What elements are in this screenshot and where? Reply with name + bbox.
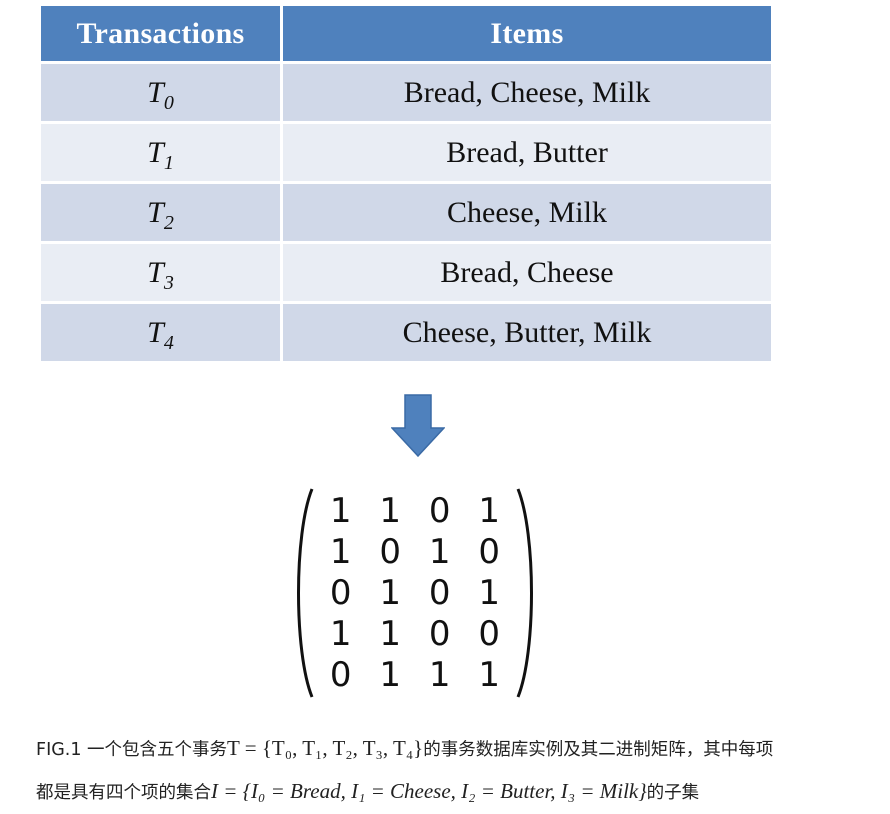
transaction-items: Bread, Butter — [283, 124, 771, 184]
caption-line-2: 都是具有四个项的集合I = {I₀ = Bread, I₁ = Cheese, … — [36, 779, 700, 803]
matrix-cell: 0 — [329, 655, 352, 696]
header-transactions: Transactions — [41, 6, 283, 64]
left-paren-icon — [297, 488, 314, 698]
matrix-cell: 1 — [379, 655, 402, 696]
transaction-items: Bread, Cheese — [283, 244, 771, 304]
matrix-cell: 1 — [329, 531, 352, 572]
transaction-items: Cheese, Butter, Milk — [283, 304, 771, 364]
binary-matrix: 1 1 0 1 1 0 1 0 0 1 0 1 1 1 0 0 0 1 1 1 — [290, 486, 540, 700]
table-header-row: Transactions Items — [41, 6, 771, 64]
matrix-cell: 0 — [329, 572, 352, 613]
matrix-cell: 1 — [379, 614, 402, 655]
matrix-cell: 1 — [329, 490, 352, 531]
transaction-items: Cheese, Milk — [283, 184, 771, 244]
transaction-id: T0 — [41, 64, 283, 124]
matrix-cell: 0 — [428, 490, 451, 531]
transaction-id: T4 — [41, 304, 283, 364]
matrix-grid: 1 1 0 1 1 0 1 0 0 1 0 1 1 1 0 0 0 1 1 1 — [316, 490, 514, 696]
matrix-cell: 0 — [428, 614, 451, 655]
transaction-id: T1 — [41, 124, 283, 184]
matrix-cell: 0 — [428, 572, 451, 613]
caption-line-1: FIG.1 一个包含五个事务T = {T₀, T₁, T₂, T₃, T₄}的事… — [36, 736, 774, 760]
transaction-id: T2 — [41, 184, 283, 244]
table-row: T0 Bread, Cheese, Milk — [41, 64, 771, 124]
table-row: T2 Cheese, Milk — [41, 184, 771, 244]
matrix-cell: 0 — [478, 531, 501, 572]
caption-math-t: T = {T₀, T₁, T₂, T₃, T₄} — [227, 736, 424, 760]
matrix-cell: 0 — [379, 531, 402, 572]
matrix-cell: 1 — [379, 572, 402, 613]
caption-math-i: I = {I₀ = Bread, I₁ = Cheese, I₂ = Butte… — [211, 779, 647, 803]
matrix-cell: 0 — [478, 614, 501, 655]
matrix-cell: 1 — [428, 531, 451, 572]
table-row: T4 Cheese, Butter, Milk — [41, 304, 771, 364]
arrow-down-icon — [391, 394, 445, 457]
right-paren-icon — [516, 488, 533, 698]
matrix-cell: 1 — [478, 490, 501, 531]
table-row: T3 Bread, Cheese — [41, 244, 771, 304]
figure-caption: FIG.1 一个包含五个事务T = {T₀, T₁, T₂, T₃, T₄}的事… — [36, 728, 881, 814]
matrix-cell: 1 — [428, 655, 451, 696]
matrix-cell: 1 — [478, 655, 501, 696]
header-items: Items — [283, 6, 771, 64]
transactions-table: Transactions Items T0 Bread, Cheese, Mil… — [41, 6, 771, 364]
transaction-items: Bread, Cheese, Milk — [283, 64, 771, 124]
matrix-cell: 1 — [329, 614, 352, 655]
matrix-cell: 1 — [379, 490, 402, 531]
matrix-cell: 1 — [478, 572, 501, 613]
transaction-id: T3 — [41, 244, 283, 304]
table-row: T1 Bread, Butter — [41, 124, 771, 184]
